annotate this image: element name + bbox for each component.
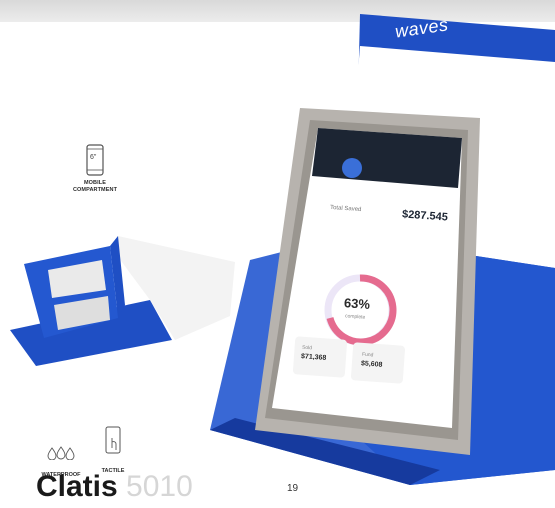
touch-phone-icon — [105, 426, 121, 454]
mobile-compartment-feature: 6" MOBILE COMPARTMENT — [60, 144, 130, 194]
progress-percent: 63% — [343, 295, 371, 312]
product-title: Clatis 5010 — [36, 470, 193, 504]
product-code: 5010 — [126, 470, 193, 503]
mobile-label-line1: MOBILE — [84, 180, 106, 186]
product-name: Clatis — [36, 470, 118, 503]
water-drops-icon — [47, 446, 75, 460]
smartphone-image — [255, 108, 480, 455]
folded-stand-image — [10, 236, 235, 366]
page-number: 19 — [287, 483, 299, 494]
stat1-label: Sold — [301, 344, 313, 352]
stat2-label: Fund — [361, 351, 374, 359]
mobile-label-line2: COMPARTMENT — [72, 187, 118, 193]
product-scene — [10, 14, 555, 485]
stat2-value: $5,608 — [360, 360, 383, 369]
screen-size-label: 6" — [90, 154, 97, 161]
